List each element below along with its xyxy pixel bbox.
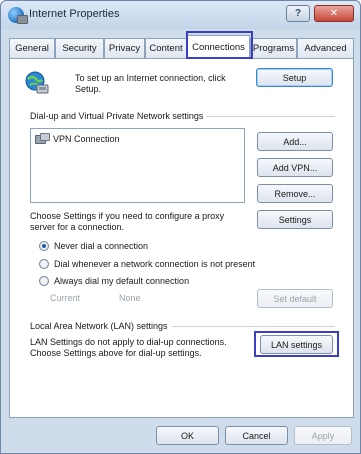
tab-general[interactable]: General: [9, 38, 55, 58]
lan-settings-button[interactable]: LAN settings: [260, 335, 333, 354]
internet-properties-window: Internet Properties ? ✕ General Security…: [0, 0, 361, 454]
always-dial-radio[interactable]: [39, 276, 49, 286]
proxy-description: Choose Settings if you need to configure…: [30, 211, 225, 232]
set-default-button[interactable]: Set default: [257, 289, 333, 308]
setup-description: To set up an Internet connection, click …: [75, 73, 226, 94]
remove-button[interactable]: Remove...: [257, 184, 333, 203]
tab-advanced[interactable]: Advanced: [297, 38, 354, 58]
tab-bar: General Security Privacy Content Connect…: [9, 35, 354, 58]
apply-button[interactable]: Apply: [294, 426, 352, 445]
list-item[interactable]: VPN Connection: [35, 133, 120, 144]
never-dial-radio[interactable]: [39, 241, 49, 251]
tab-connections[interactable]: Connections: [187, 35, 250, 58]
vpn-connection-icon: [35, 133, 50, 144]
close-button[interactable]: ✕: [314, 5, 354, 22]
dial-whenever-label: Dial whenever a network connection is no…: [54, 259, 256, 269]
never-dial-label: Never dial a connection: [54, 241, 149, 251]
setup-button[interactable]: Setup: [256, 68, 333, 87]
add-button[interactable]: Add...: [257, 132, 333, 151]
vpn-connection-label: VPN Connection: [53, 133, 120, 144]
tab-security[interactable]: Security: [55, 38, 104, 58]
never-dial-option[interactable]: Never dial a connection: [39, 241, 148, 251]
tab-privacy[interactable]: Privacy: [104, 38, 145, 58]
tab-content[interactable]: Content: [145, 38, 187, 58]
connections-listbox[interactable]: VPN Connection: [30, 128, 245, 203]
tab-programs[interactable]: Programs: [250, 38, 297, 58]
always-dial-option[interactable]: Always dial my default connection: [39, 276, 189, 286]
current-label: Current: [50, 293, 81, 303]
lan-description: LAN Settings do not apply to dial-up con…: [30, 337, 227, 358]
dial-whenever-radio[interactable]: [39, 259, 49, 269]
window-title: Internet Properties: [29, 8, 120, 20]
ok-button[interactable]: OK: [156, 426, 219, 445]
current-value: None: [119, 293, 141, 303]
title-bar: Internet Properties ? ✕: [1, 1, 360, 29]
settings-button[interactable]: Settings: [257, 210, 333, 229]
always-dial-label: Always dial my default connection: [54, 276, 190, 286]
network-setup-icon: [25, 71, 49, 94]
dial-whenever-option[interactable]: Dial whenever a network connection is no…: [39, 259, 255, 269]
cancel-button[interactable]: Cancel: [225, 426, 288, 445]
dialup-section-label: Dial-up and Virtual Private Network sett…: [30, 111, 208, 121]
add-vpn-button[interactable]: Add VPN...: [257, 158, 333, 177]
lan-section-label: Local Area Network (LAN) settings: [30, 321, 172, 331]
help-button[interactable]: ?: [286, 5, 310, 22]
internet-globe-icon: [8, 7, 28, 24]
